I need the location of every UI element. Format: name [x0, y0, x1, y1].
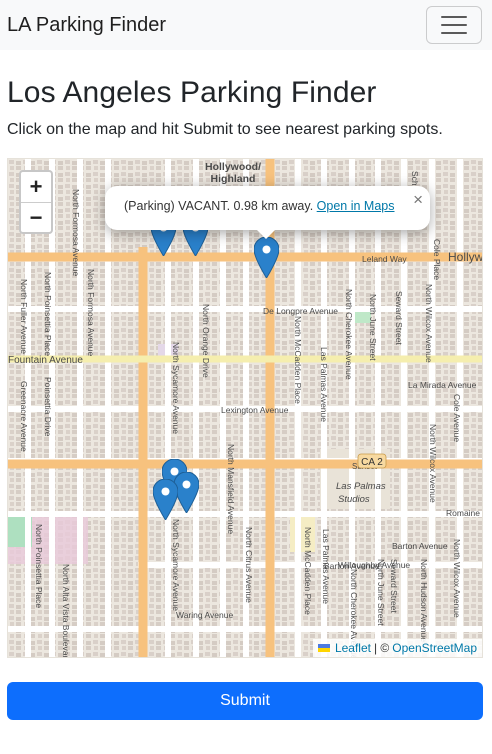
svg-text:North Hudson Avenue: North Hudson Avenue — [419, 559, 429, 642]
svg-text:Highland: Highland — [211, 173, 256, 185]
svg-text:North Cherokee Avenue: North Cherokee Avenue — [344, 289, 354, 380]
svg-text:Las Palmas Avenue: Las Palmas Avenue — [319, 347, 329, 422]
brand-link[interactable]: LA Parking Finder — [7, 14, 166, 37]
svg-text:Cole Avenue: Cole Avenue — [452, 394, 462, 442]
close-icon[interactable]: × — [413, 190, 423, 210]
svg-text:North Orange Drive: North Orange Drive — [201, 304, 211, 378]
svg-text:CA 2: CA 2 — [361, 457, 383, 468]
zoom-control: + − — [19, 170, 53, 234]
svg-text:North Formosa Avenue: North Formosa Avenue — [86, 269, 96, 357]
svg-text:Las Palmas: Las Palmas — [336, 481, 386, 492]
attribution-separator: | © — [373, 641, 390, 655]
svg-text:North Wilcox Avenue: North Wilcox Avenue — [424, 284, 434, 363]
svg-text:North Alta Vista Boulevard: North Alta Vista Boulevard — [61, 564, 71, 658]
svg-text:Lexington Avenue: Lexington Avenue — [221, 405, 289, 415]
svg-text:North Wilcox Avenue: North Wilcox Avenue — [428, 424, 438, 503]
svg-text:North Wilcox Avenue: North Wilcox Avenue — [452, 539, 462, 618]
svg-text:North Sycamore Avenue: North Sycamore Avenue — [171, 519, 181, 611]
svg-text:La Mirada Avenue: La Mirada Avenue — [408, 380, 477, 390]
submit-button[interactable]: Submit — [7, 682, 483, 720]
page-subtitle: Click on the map and hit Submit to see n… — [7, 121, 443, 138]
popup-text: (Parking) VACANT. 0.98 km away. — [124, 199, 314, 213]
svg-text:Leland Way: Leland Way — [362, 254, 407, 264]
svg-text:De Longpre Avenue: De Longpre Avenue — [263, 306, 338, 316]
svg-text:North Mansfield Avenue: North Mansfield Avenue — [226, 444, 236, 534]
leaflet-link[interactable]: Leaflet — [335, 641, 371, 655]
svg-text:North Formosa Avenue: North Formosa Avenue — [71, 189, 81, 277]
map-tiles: Hollywood/ Highland Hollyw Fountain Aven… — [8, 159, 483, 658]
ukraine-flag-icon — [317, 644, 330, 652]
marker-popup: (Parking) VACANT. 0.98 km away. Open in … — [105, 186, 430, 239]
svg-text:Hollywood/: Hollywood/ — [205, 161, 261, 173]
svg-text:Studios: Studios — [338, 494, 370, 505]
svg-text:North June Street: North June Street — [368, 294, 378, 361]
svg-text:Greenacre Avenue: Greenacre Avenue — [19, 381, 29, 452]
svg-text:North Fuller Avenue: North Fuller Avenue — [19, 279, 29, 354]
svg-text:North McCadden Place: North McCadden Place — [303, 527, 313, 615]
svg-text:Seward Street: Seward Street — [389, 559, 399, 613]
svg-text:North Poinsettia Place: North Poinsettia Place — [34, 524, 44, 608]
navbar-toggle-button[interactable] — [426, 6, 482, 44]
hamburger-menu-icon — [441, 16, 467, 18]
selected-map-marker-icon[interactable] — [254, 237, 279, 278]
svg-text:Poinsettia Drive: Poinsettia Drive — [43, 377, 53, 437]
svg-text:North Poinsettia Place: North Poinsettia Place — [43, 272, 53, 356]
svg-text:North Sycamore Avenue: North Sycamore Avenue — [171, 342, 181, 434]
hamburger-bar — [441, 24, 467, 26]
svg-text:North McCadden Place: North McCadden Place — [293, 316, 303, 404]
openstreetmap-link[interactable]: OpenStreetMap — [392, 641, 477, 655]
page-title: Los Angeles Parking Finder — [7, 76, 377, 109]
svg-text:Seward Street: Seward Street — [394, 291, 404, 345]
svg-text:Fountain Avenue: Fountain Avenue — [8, 355, 83, 366]
svg-text:North June Street: North June Street — [376, 559, 386, 626]
zoom-in-button[interactable]: + — [21, 172, 51, 202]
zoom-out-button[interactable]: − — [21, 202, 51, 232]
map-attribution: Leaflet | © OpenStreetMap — [312, 639, 482, 657]
map[interactable]: Hollywood/ Highland Hollyw Fountain Aven… — [7, 158, 483, 658]
svg-text:Hollyw: Hollyw — [448, 250, 483, 264]
svg-text:Waring Avenue: Waring Avenue — [176, 610, 233, 620]
open-in-maps-link[interactable]: Open in Maps — [317, 199, 395, 213]
map-marker-icon[interactable] — [153, 479, 178, 520]
svg-text:Cole Place: Cole Place — [432, 239, 442, 280]
svg-text:Romaine S: Romaine S — [446, 508, 483, 518]
svg-text:Barton Avenue: Barton Avenue — [392, 541, 448, 551]
svg-text:Las Palmas Avenue: Las Palmas Avenue — [321, 529, 331, 604]
hamburger-bar — [441, 32, 467, 34]
popup-tip — [257, 230, 275, 239]
navbar: LA Parking Finder — [0, 0, 492, 50]
svg-text:North Citrus Avenue: North Citrus Avenue — [244, 527, 254, 603]
